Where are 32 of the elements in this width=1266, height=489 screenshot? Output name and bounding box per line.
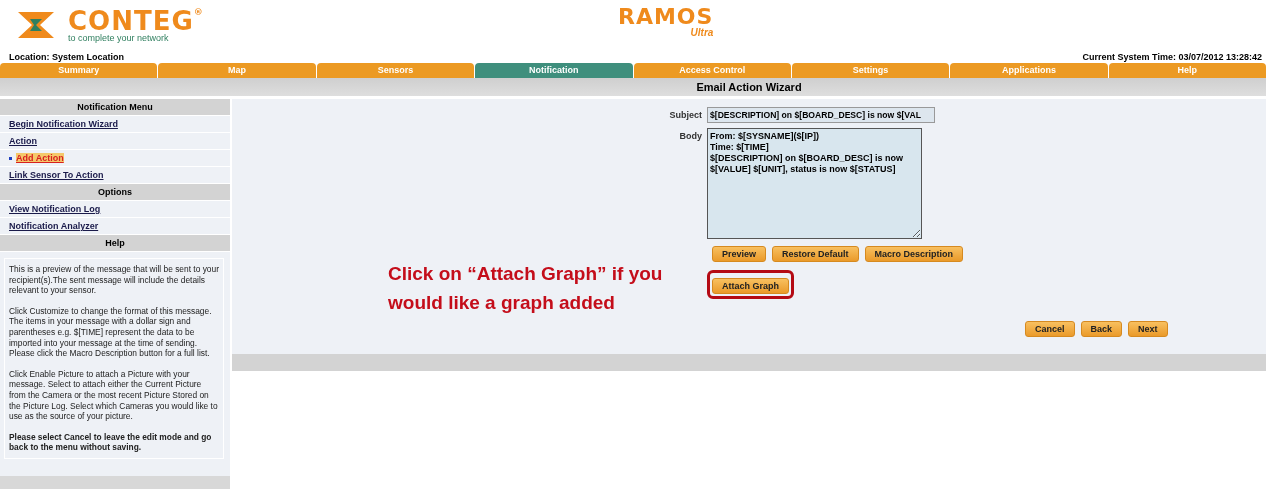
brand-logo: CONTEG® bbox=[68, 7, 204, 34]
subject-field[interactable]: $[DESCRIPTION] on $[BOARD_DESC] is now $[VAL bbox=[707, 107, 935, 123]
page-title: Email Action Wizard bbox=[696, 81, 802, 93]
brand-tagline: to complete your network bbox=[68, 33, 170, 43]
nav-tab[interactable]: Notification bbox=[475, 63, 633, 78]
system-time: Current System Time: 03/07/2012 13:28:42 bbox=[1082, 52, 1262, 63]
nav-button[interactable]: Cancel bbox=[1025, 321, 1075, 337]
help-text: This is a preview of the message that will be sent to your recipient(s).The sent message will include the details relevant to your sensor. bbox=[9, 264, 219, 296]
nav-button[interactable]: Back bbox=[1080, 321, 1123, 337]
product-edition: Ultra bbox=[690, 28, 714, 38]
sidebar-link[interactable]: Action bbox=[0, 133, 230, 150]
location-text: Location: System Location bbox=[9, 52, 124, 63]
body-field[interactable]: From: $[SYSNAME]($[IP]) Time: $[TIME] $[DESCRIPTION] on $[BOARD_DESC] is now $[VALUE] $[UNIT], status is now $[STATUS] bbox=[707, 128, 922, 239]
logo-icon bbox=[16, 11, 56, 39]
nav-button[interactable]: Next bbox=[1128, 321, 1168, 337]
product-logo: RAMOS bbox=[618, 6, 714, 28]
help-text: Click Customize to change the format of this message. The items in your message with a dollar sign and parentheses e.g. $[TIME] represent the data to be imported into your message at the time of sending. Please click the Macro Description button for a full list. bbox=[9, 305, 213, 359]
annotation-text: Click on “Attach Graph” if you would like a graph added bbox=[388, 262, 664, 315]
body-label: Body bbox=[678, 130, 702, 141]
action-button[interactable]: Restore Default bbox=[772, 246, 859, 262]
section-header: Options bbox=[0, 184, 230, 201]
subject-label: Subject bbox=[668, 109, 702, 120]
attach-graph-button[interactable]: Attach Graph bbox=[712, 278, 789, 294]
help-text: Please select Cancel to leave the edit mode and go back to the menu without saving. bbox=[9, 431, 213, 453]
sidebar-link[interactable]: View Notification Log bbox=[0, 201, 230, 218]
help-text: Click Enable Picture to attach a Picture with your message. Select to attach either the Current Picture from the Camera or the most recent Picture Stored on the Picture Log. Select which Cameras you would like to use as the source of your picture. bbox=[9, 368, 219, 422]
action-button[interactable]: Macro Description bbox=[864, 246, 964, 262]
sidebar-link[interactable]: Begin Notification Wizard bbox=[0, 116, 230, 133]
action-button[interactable]: Preview bbox=[712, 246, 767, 262]
bullet-icon bbox=[9, 156, 12, 160]
section-header: Notification Menu bbox=[0, 99, 230, 116]
section-header: Help bbox=[0, 235, 230, 252]
